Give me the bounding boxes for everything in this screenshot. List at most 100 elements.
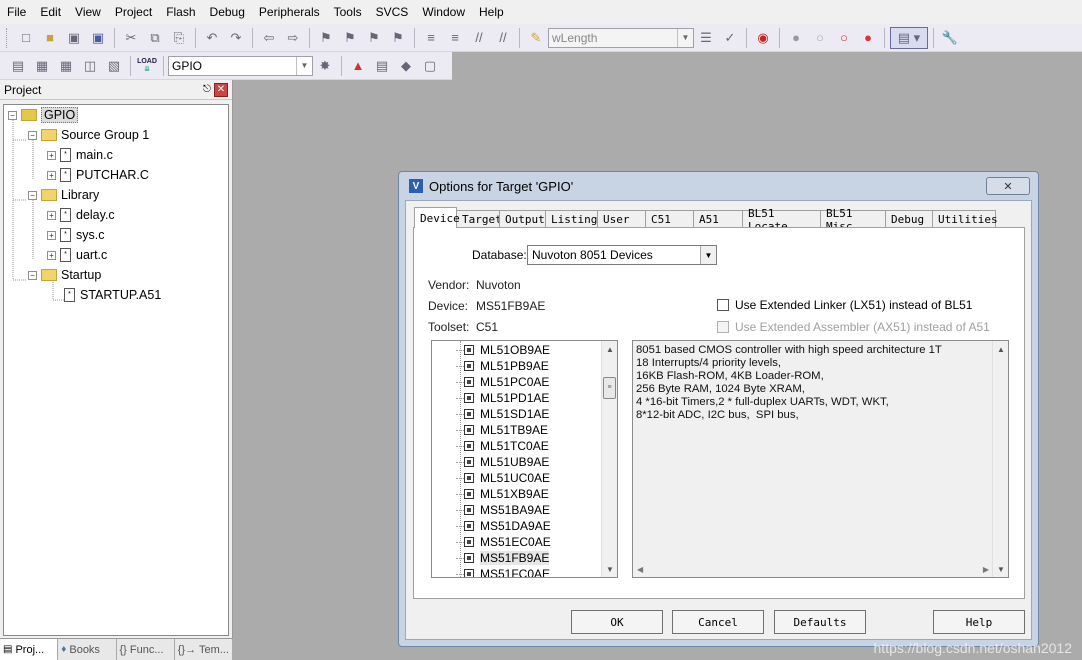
tree-file[interactable]: + * delay.c: [47, 205, 115, 225]
select-packs-icon[interactable]: ◆: [395, 55, 417, 77]
tree-file[interactable]: + * PUTCHAR.C: [47, 165, 149, 185]
checkbox-box[interactable]: [717, 299, 729, 311]
device-item[interactable]: ML51UC0AE: [456, 470, 550, 486]
target-options-icon[interactable]: ✸: [314, 55, 336, 77]
menu-file[interactable]: File: [0, 0, 33, 24]
chevron-down-icon[interactable]: ▼: [700, 246, 716, 264]
menu-edit[interactable]: Edit: [33, 0, 68, 24]
tab-user[interactable]: User: [597, 210, 646, 228]
menu-window[interactable]: Window: [415, 0, 472, 24]
collapse-icon[interactable]: −: [28, 130, 37, 140]
batch-build-icon[interactable]: ◫: [79, 55, 101, 77]
scroll-down-icon[interactable]: ▼: [602, 561, 617, 577]
expand-icon[interactable]: +: [47, 210, 56, 220]
defaults-button[interactable]: Defaults: [774, 610, 866, 634]
collapse-icon[interactable]: −: [8, 110, 17, 120]
paste-icon[interactable]: ⎘: [168, 27, 190, 49]
replace-icon[interactable]: ✓: [719, 27, 741, 49]
tab-debug[interactable]: Debug: [885, 210, 933, 228]
description-scrollbar[interactable]: ▲ ▼: [992, 341, 1008, 577]
tree-root[interactable]: − GPIO: [8, 105, 79, 125]
build-icon[interactable]: ▦: [31, 55, 53, 77]
wrench-icon[interactable]: 🔧: [939, 27, 961, 49]
device-item[interactable]: MS51BA9AE: [456, 502, 550, 518]
tab-bl51-misc[interactable]: BL51 Misc: [820, 207, 886, 233]
tab-functions[interactable]: {} Func...: [117, 639, 175, 660]
device-item[interactable]: ML51PD1AE: [456, 390, 549, 406]
tab-listing[interactable]: Listing: [545, 210, 598, 228]
tab-templates[interactable]: {}→ Tem...: [175, 639, 233, 660]
menu-flash[interactable]: Flash: [159, 0, 202, 24]
close-icon[interactable]: ✕: [214, 82, 228, 97]
tree-group-source[interactable]: − Source Group 1: [28, 125, 149, 145]
device-item[interactable]: ML51OB9AE: [456, 342, 550, 358]
load-icon[interactable]: LOAD ⇊: [136, 55, 158, 77]
undo-icon[interactable]: ↶: [201, 27, 223, 49]
menu-peripherals[interactable]: Peripherals: [252, 0, 327, 24]
tab-output[interactable]: Output: [499, 210, 546, 228]
new-file-icon[interactable]: □: [15, 27, 37, 49]
menu-help[interactable]: Help: [472, 0, 511, 24]
pin-icon[interactable]: ⎋: [200, 84, 214, 95]
toolbar-grip[interactable]: [6, 27, 10, 48]
compile-icon[interactable]: ▤: [7, 55, 29, 77]
tab-utilities[interactable]: Utilities: [932, 210, 998, 228]
device-item[interactable]: ML51TB9AE: [456, 422, 548, 438]
scroll-left-icon[interactable]: ◀: [637, 565, 643, 574]
kill-breakpoints-icon[interactable]: ●: [857, 27, 879, 49]
device-item[interactable]: ML51SD1AE: [456, 406, 549, 422]
redo-icon[interactable]: ↷: [225, 27, 247, 49]
disable-breakpoint-icon[interactable]: ○: [809, 27, 831, 49]
disable-all-breakpoints-icon[interactable]: ○: [833, 27, 855, 49]
stop-build-icon[interactable]: ▧: [103, 55, 125, 77]
pack-installer-icon[interactable]: ▢: [419, 55, 441, 77]
find-icon[interactable]: ☰: [695, 27, 717, 49]
extended-linker-checkbox[interactable]: Use Extended Linker (LX51) instead of BL…: [717, 298, 972, 312]
nav-forward-icon[interactable]: ⇨: [282, 27, 304, 49]
find-in-files-icon[interactable]: ✎: [525, 27, 547, 49]
menu-debug[interactable]: Debug: [203, 0, 252, 24]
device-item[interactable]: MS51EC0AE: [456, 534, 551, 550]
open-folder-icon[interactable]: ■: [39, 27, 61, 49]
indent-icon[interactable]: ≡: [420, 27, 442, 49]
scroll-thumb[interactable]: ≡: [603, 377, 616, 399]
device-item[interactable]: MS51DA9AE: [456, 518, 551, 534]
breakpoint-icon[interactable]: ●: [785, 27, 807, 49]
save-all-icon[interactable]: ▣: [87, 27, 109, 49]
bookmark-icon[interactable]: ⚑: [315, 27, 337, 49]
prev-bookmark-icon[interactable]: ⚑: [339, 27, 361, 49]
copy-icon[interactable]: ⧉: [144, 27, 166, 49]
expand-icon[interactable]: +: [47, 170, 56, 180]
find-combo[interactable]: wLength ▼: [548, 27, 694, 48]
tab-books[interactable]: ♦ Books: [58, 639, 117, 660]
device-item[interactable]: ML51PC0AE: [456, 374, 549, 390]
nav-back-icon[interactable]: ⇦: [258, 27, 280, 49]
scroll-right-icon[interactable]: ▶: [983, 565, 989, 574]
tree-file[interactable]: + * uart.c: [47, 245, 107, 265]
window-layout-icon[interactable]: ▤ ▾: [890, 26, 928, 49]
collapse-icon[interactable]: −: [28, 190, 37, 200]
tab-project[interactable]: ▤ Proj...: [0, 639, 59, 660]
cancel-button[interactable]: Cancel: [672, 610, 764, 634]
clear-bookmarks-icon[interactable]: ⚑: [387, 27, 409, 49]
menu-svcs[interactable]: SVCS: [369, 0, 416, 24]
database-select[interactable]: Nuvoton 8051 Devices ▼: [527, 245, 717, 265]
chevron-down-icon[interactable]: ▼: [677, 28, 693, 47]
tab-target[interactable]: Target: [456, 210, 502, 228]
uncomment-icon[interactable]: //: [492, 27, 514, 49]
menu-view[interactable]: View: [68, 0, 108, 24]
device-list-scrollbar[interactable]: ▲ ≡ ▼: [601, 341, 617, 577]
device-item[interactable]: ML51XB9AE: [456, 486, 549, 502]
cut-icon[interactable]: ✂: [120, 27, 142, 49]
tab-c51[interactable]: C51: [645, 210, 694, 228]
save-icon[interactable]: ▣: [63, 27, 85, 49]
tree-group-library[interactable]: − Library: [28, 185, 99, 205]
tab-a51[interactable]: A51: [693, 210, 743, 228]
dialog-title-bar[interactable]: V Options for Target 'GPIO' ✕: [399, 172, 1038, 200]
device-item-selected[interactable]: MS51FB9AE: [456, 550, 550, 566]
tree-file[interactable]: + * main.c: [47, 145, 113, 165]
ok-button[interactable]: OK: [571, 610, 663, 634]
expand-icon[interactable]: +: [47, 150, 56, 160]
debug-session-icon[interactable]: ◉: [752, 27, 774, 49]
menu-project[interactable]: Project: [108, 0, 159, 24]
